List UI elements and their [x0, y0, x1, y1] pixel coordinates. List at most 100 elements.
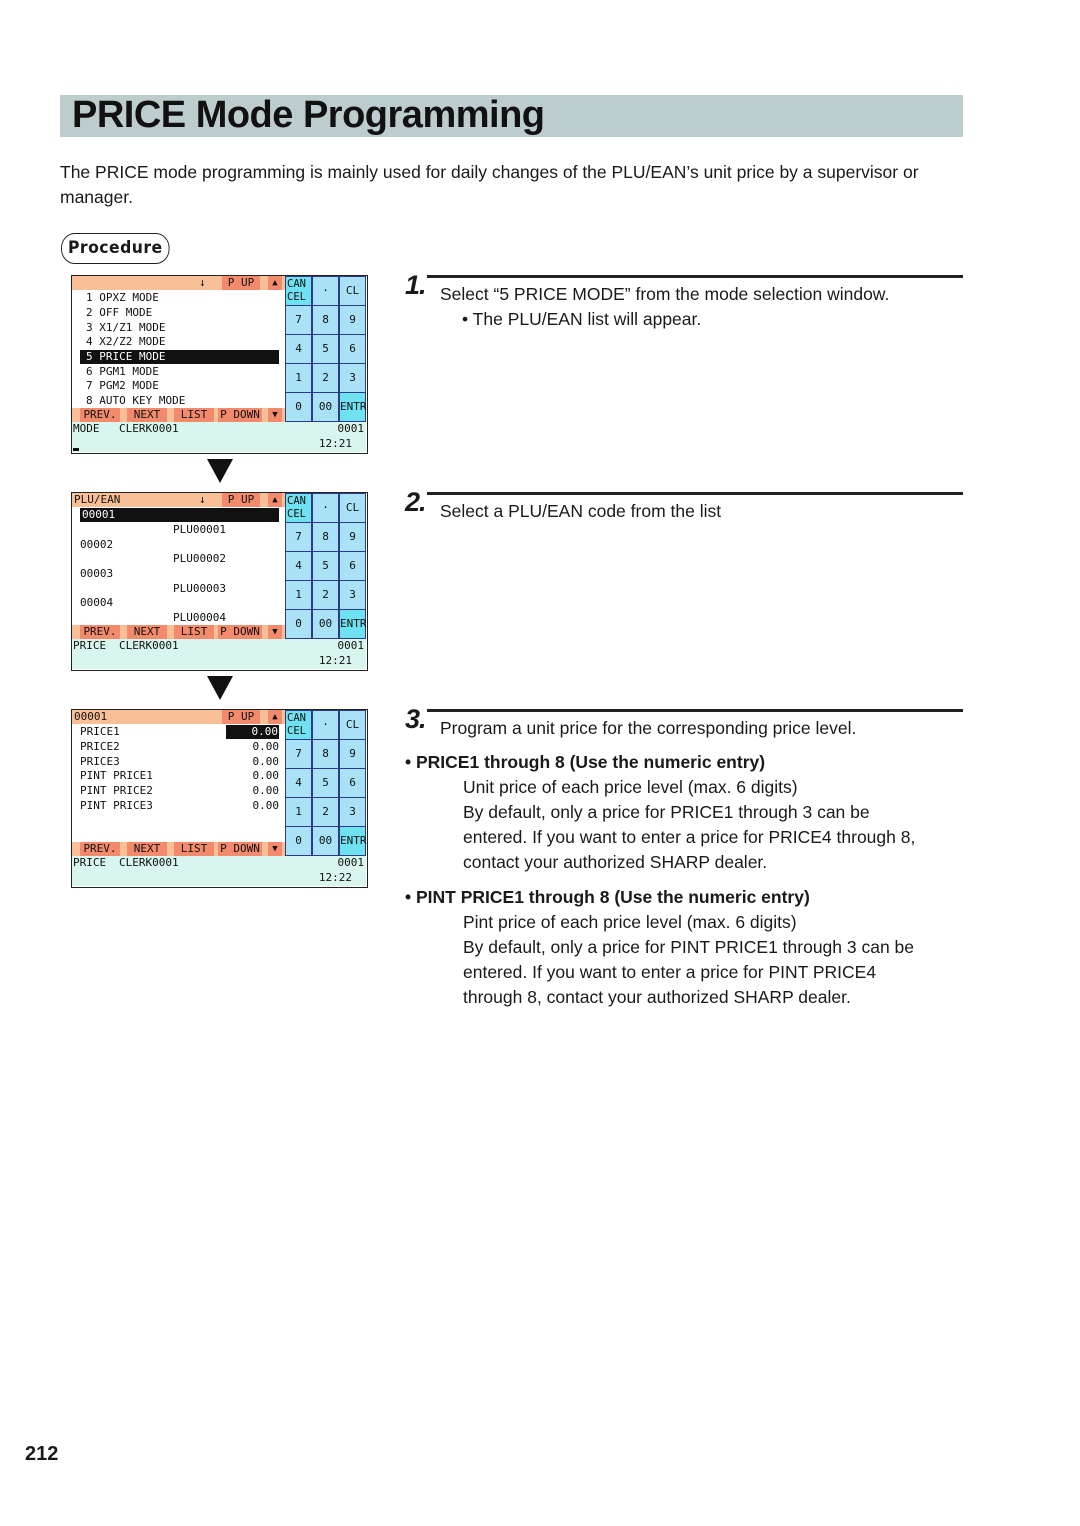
key-4[interactable]: 4: [286, 552, 311, 580]
status-mode: MODE: [73, 422, 100, 435]
page-down-button[interactable]: P DOWN: [218, 408, 262, 422]
enter-key[interactable]: ENTR: [340, 827, 367, 855]
key-8[interactable]: 8: [313, 523, 338, 551]
mode-list-item[interactable]: 1 OPXZ MODE: [86, 291, 159, 305]
next-button[interactable]: NEXT: [127, 625, 167, 639]
key-3[interactable]: 3: [340, 364, 365, 392]
key-8[interactable]: 8: [313, 740, 338, 768]
step-text: Select a PLU/EAN code from the list: [440, 501, 722, 521]
numeric-keypad: CAN CEL · CL 7 8 9 4 5 6 1 2 3 0 00 ENTR: [285, 276, 367, 422]
numeric-keypad: CAN CEL · CL 7 8 9 4 5 6 1 2 3 0 00 ENTR: [285, 493, 367, 639]
numeric-keypad: CAN CEL · CL 7 8 9 4 5 6 1 2 3 0 00 ENTR: [285, 710, 367, 856]
key-8[interactable]: 8: [313, 306, 338, 334]
key-0[interactable]: 0: [286, 610, 311, 638]
page-up-button[interactable]: P UP: [222, 710, 260, 724]
key-9[interactable]: 9: [340, 523, 365, 551]
prev-button[interactable]: PREV.: [80, 408, 120, 422]
clear-key[interactable]: CL: [340, 277, 365, 305]
key-1[interactable]: 1: [286, 581, 311, 609]
status-mode: PRICE: [73, 856, 107, 869]
key-0[interactable]: 0: [286, 393, 311, 421]
key-1[interactable]: 1: [286, 798, 311, 826]
plu-code[interactable]: 00003: [80, 567, 113, 581]
key-3[interactable]: 3: [340, 798, 365, 826]
plu-code-selected[interactable]: 00001: [80, 508, 279, 522]
clear-key[interactable]: CL: [340, 494, 365, 522]
decimal-key[interactable]: ·: [313, 494, 338, 522]
key-7[interactable]: 7: [286, 523, 311, 551]
enter-key[interactable]: ENTR: [340, 610, 367, 638]
key-5[interactable]: 5: [313, 552, 338, 580]
mode-list-item[interactable]: 7 PGM2 MODE: [86, 379, 159, 393]
mode-list-item[interactable]: 6 PGM1 MODE: [86, 365, 159, 379]
list-button[interactable]: LIST: [174, 842, 214, 856]
key-00[interactable]: 00: [313, 393, 338, 421]
key-6[interactable]: 6: [340, 335, 365, 363]
key-3[interactable]: 3: [340, 581, 365, 609]
list-button[interactable]: LIST: [174, 625, 214, 639]
cancel-key[interactable]: CAN CEL: [286, 277, 311, 305]
next-button[interactable]: NEXT: [127, 842, 167, 856]
scroll-up-button[interactable]: ▲: [268, 710, 282, 724]
cancel-key[interactable]: CAN CEL: [286, 494, 311, 522]
mode-list-item[interactable]: 4 X2/Z2 MODE: [86, 335, 165, 349]
price-label: PINT PRICE2: [80, 784, 153, 797]
price1-input[interactable]: 0.00: [226, 725, 279, 739]
price-levels-heading: • PRICE1 through 8 (Use the numeric entr…: [405, 752, 766, 772]
decimal-key[interactable]: ·: [313, 711, 338, 739]
price-label: PRICE3: [80, 755, 120, 768]
plu-code[interactable]: 00004: [80, 596, 113, 610]
bullet-line: through 8, contact your authorized SHARP…: [463, 987, 851, 1007]
price2-input[interactable]: 0.00: [226, 740, 280, 754]
key-7[interactable]: 7: [286, 306, 311, 334]
page-down-button[interactable]: P DOWN: [218, 842, 262, 856]
key-7[interactable]: 7: [286, 740, 311, 768]
mode-list-item[interactable]: 2 OFF MODE: [86, 306, 152, 320]
key-4[interactable]: 4: [286, 769, 311, 797]
list-button[interactable]: LIST: [174, 408, 214, 422]
price3-input[interactable]: 0.00: [226, 755, 280, 769]
scroll-down-button[interactable]: ▼: [268, 625, 282, 639]
cancel-key-label: CAN CEL: [287, 278, 306, 303]
scroll-up-button[interactable]: ▲: [268, 493, 282, 507]
key-00[interactable]: 00: [313, 610, 338, 638]
plu-name: PLU00002: [173, 552, 226, 565]
scroll-down-button[interactable]: ▼: [268, 408, 282, 422]
mode-list-item-selected[interactable]: 5 PRICE MODE: [80, 350, 279, 364]
key-2[interactable]: 2: [313, 581, 338, 609]
pint-price3-input[interactable]: 0.00: [226, 799, 280, 813]
key-0[interactable]: 0: [286, 827, 311, 855]
prev-button[interactable]: PREV.: [80, 625, 120, 639]
next-button[interactable]: NEXT: [127, 408, 167, 422]
key-2[interactable]: 2: [313, 364, 338, 392]
status-time: 12:21: [318, 437, 352, 450]
key-9[interactable]: 9: [340, 306, 365, 334]
pint-price1-input[interactable]: 0.00: [226, 769, 280, 783]
mode-list-item[interactable]: 3 X1/Z1 MODE: [86, 321, 165, 335]
step-divider: [427, 275, 963, 278]
decimal-key[interactable]: ·: [313, 277, 338, 305]
page-up-button[interactable]: P UP: [222, 276, 260, 290]
page-up-button[interactable]: P UP: [222, 493, 260, 507]
key-6[interactable]: 6: [340, 769, 365, 797]
plu-code[interactable]: 00002: [80, 538, 113, 552]
prev-button[interactable]: PREV.: [80, 842, 120, 856]
mode-list-item[interactable]: 8 AUTO KEY MODE: [86, 394, 185, 408]
key-00[interactable]: 00: [313, 827, 338, 855]
key-9[interactable]: 9: [340, 740, 365, 768]
key-6[interactable]: 6: [340, 552, 365, 580]
key-5[interactable]: 5: [313, 769, 338, 797]
clear-key[interactable]: CL: [340, 711, 365, 739]
pint-price2-input[interactable]: 0.00: [226, 784, 280, 798]
key-2[interactable]: 2: [313, 798, 338, 826]
key-5[interactable]: 5: [313, 335, 338, 363]
key-1[interactable]: 1: [286, 364, 311, 392]
price-label: PINT PRICE3: [80, 799, 153, 812]
scroll-down-button[interactable]: ▼: [268, 842, 282, 856]
scroll-up-button[interactable]: ▲: [268, 276, 282, 290]
enter-key[interactable]: ENTR: [340, 393, 367, 421]
cancel-key[interactable]: CAN CEL: [286, 711, 311, 739]
page-down-button[interactable]: P DOWN: [218, 625, 262, 639]
page-title: PRICE Mode Programming: [72, 94, 545, 136]
key-4[interactable]: 4: [286, 335, 311, 363]
